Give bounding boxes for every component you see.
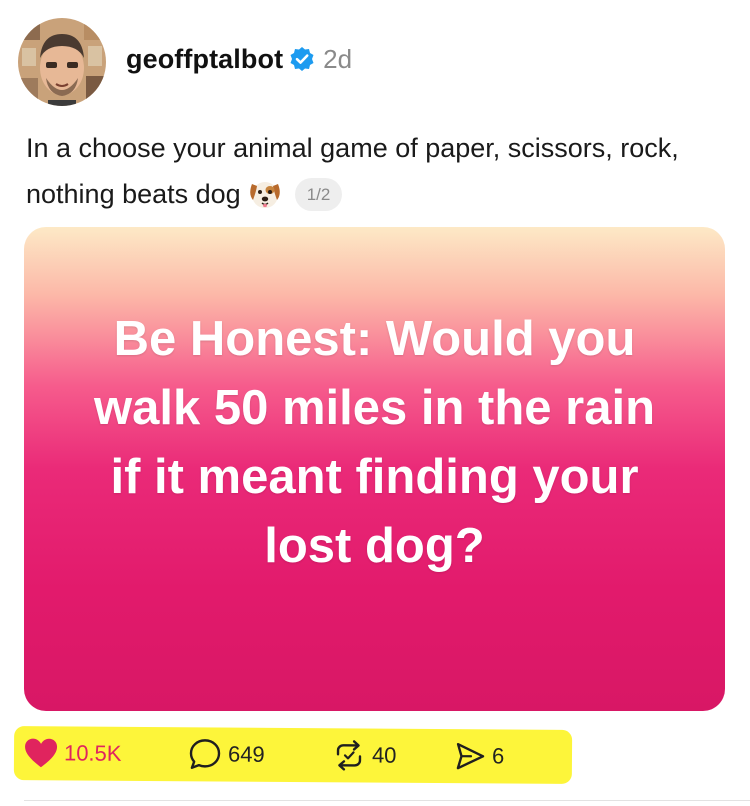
post-divider [24,800,750,801]
media-page-indicator: 1/2 [294,178,343,211]
user-line: geoffptalbot 2d [126,44,352,75]
post-timestamp: 2d [323,43,353,74]
post-media-card[interactable]: Be Honest: Would you walk 50 miles in th… [24,227,725,711]
comment-button[interactable]: 649 [188,727,265,782]
like-button[interactable]: 10.5K [24,726,122,781]
username[interactable]: geoffptalbot [126,44,283,75]
share-icon [454,740,486,772]
share-count: 6 [491,743,505,769]
post-caption: In a choose your animal game of paper, s… [26,125,716,217]
share-button[interactable]: 6 [454,729,505,783]
comment-count: 649 [227,741,265,767]
verified-badge-icon [289,46,315,72]
repost-count: 40 [371,742,397,768]
comment-icon [188,737,222,771]
like-count: 10.5K [63,740,122,766]
repost-button[interactable]: 40 [332,728,397,782]
repost-icon [332,738,366,772]
post-header: geoffptalbot 2d [18,18,352,106]
media-quote-text: Be Honest: Would you walk 50 miles in th… [93,312,655,573]
caption-text: In a choose your animal game of paper, s… [26,133,679,209]
post-action-bar: 10.5K 649 40 6 [13,726,573,784]
heart-icon [24,737,58,769]
avatar[interactable] [18,18,106,106]
dog-face-emoji [247,176,283,212]
